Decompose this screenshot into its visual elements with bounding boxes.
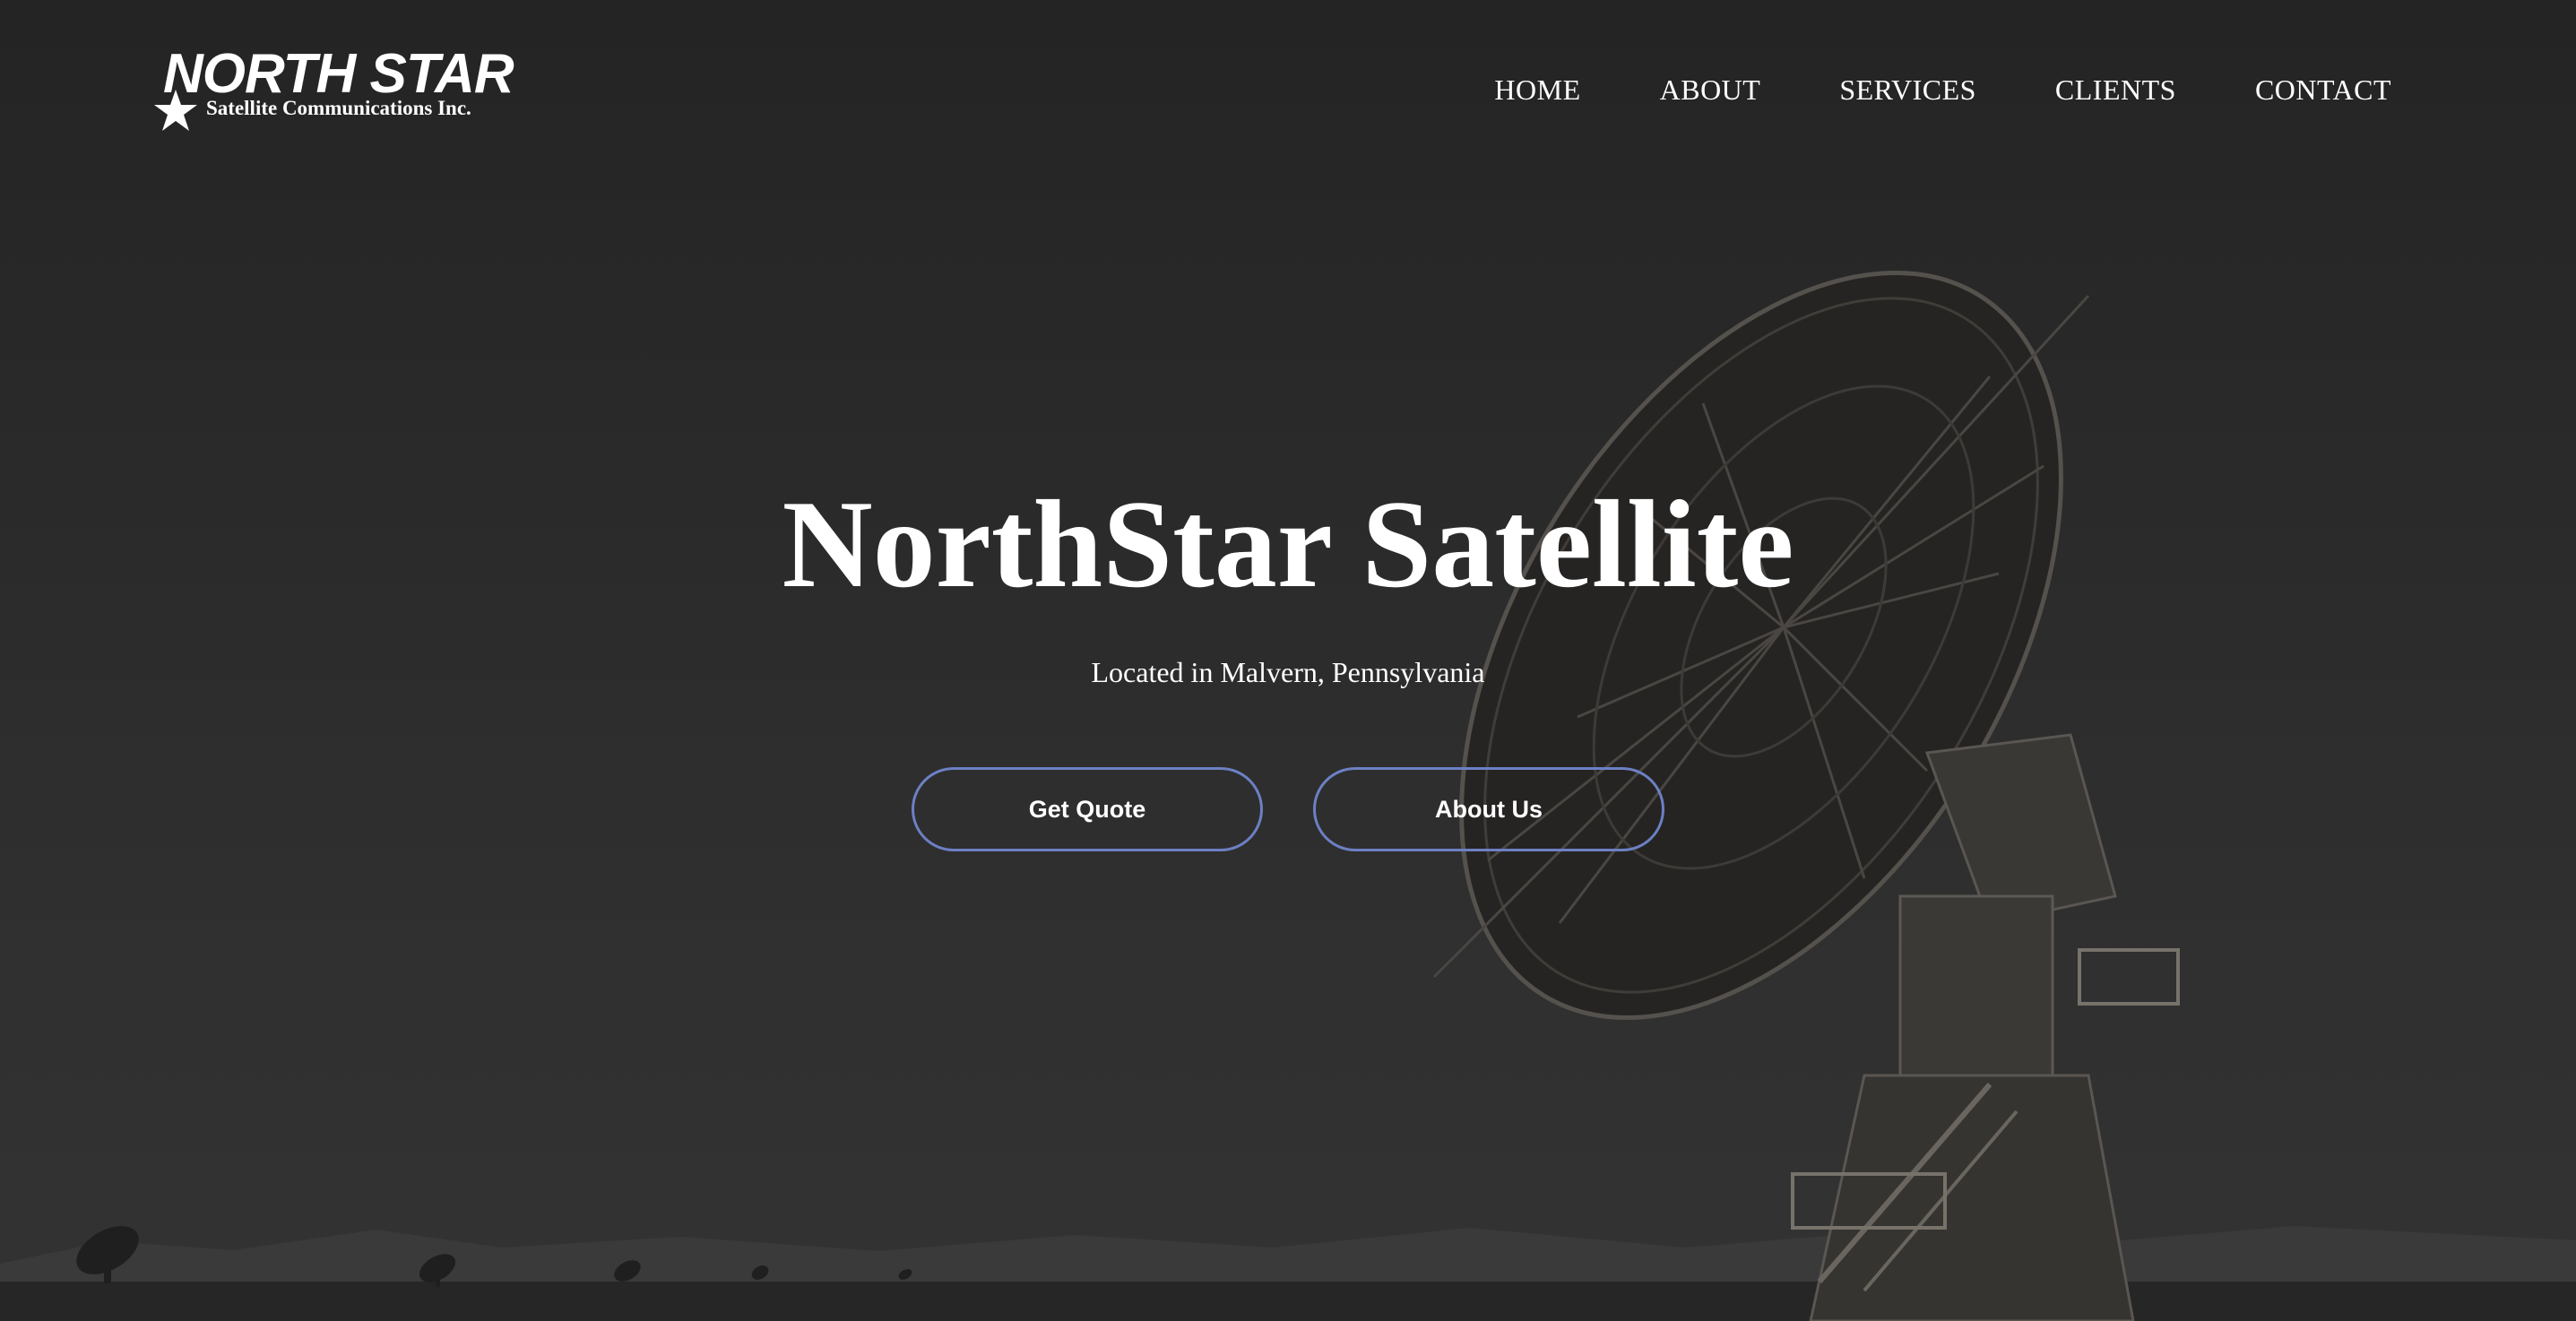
star-icon xyxy=(154,90,197,131)
page: NORTH STAR Satellite Communications Inc.… xyxy=(0,0,2576,1321)
nav-services-link[interactable]: SERVICES xyxy=(1839,70,1976,109)
nav-contact-link[interactable]: CONTACT xyxy=(2255,70,2391,109)
hero-subtitle: Located in Malvern, Pennsylvania xyxy=(1091,656,1485,688)
logo[interactable]: NORTH STAR Satellite Communications Inc. xyxy=(152,43,514,133)
get-quote-button[interactable]: Get Quote xyxy=(912,767,1263,851)
nav-clients-link[interactable]: CLIENTS xyxy=(2055,70,2176,109)
hero-title: NorthStar Satellite xyxy=(782,475,1794,614)
nav-home-link[interactable]: HOME xyxy=(1494,70,1580,109)
logo-subtitle: Satellite Communications Inc. xyxy=(206,97,471,119)
main-nav: HOME ABOUT SERVICES CLIENTS CONTACT xyxy=(1494,70,2391,109)
nav-about-link[interactable]: ABOUT xyxy=(1660,70,1761,109)
about-us-button[interactable]: About Us xyxy=(1313,767,1664,851)
